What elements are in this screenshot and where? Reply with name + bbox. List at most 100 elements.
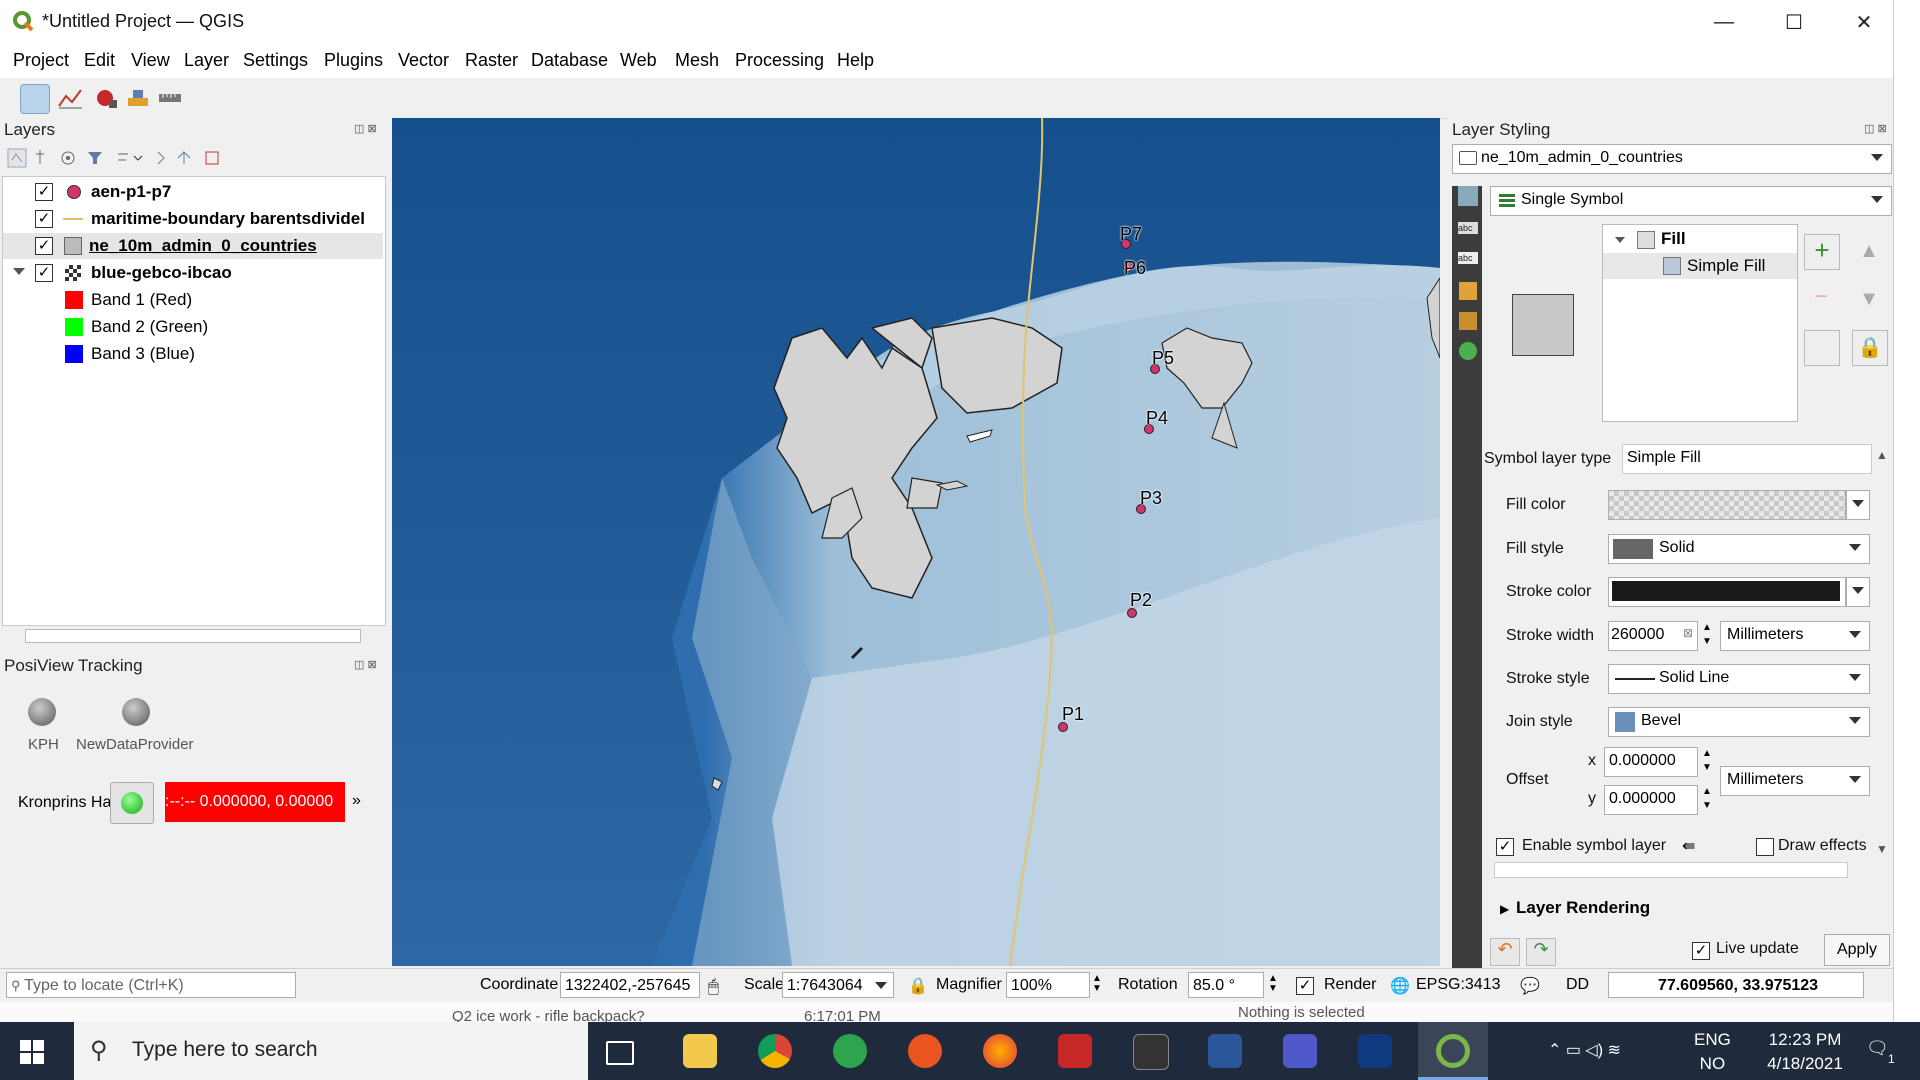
- tray-icons[interactable]: ⌃ ▭ ◁) ≋: [1548, 1040, 1621, 1060]
- crs-label[interactable]: EPSG:3413: [1416, 976, 1501, 994]
- collapse-arrow-icon[interactable]: [1615, 237, 1625, 243]
- fill-color-button[interactable]: [1608, 490, 1846, 520]
- stroke-width-unit-combo[interactable]: Millimeters: [1720, 621, 1870, 651]
- menu-mesh[interactable]: Mesh: [675, 50, 719, 71]
- coordinate-value[interactable]: 1322402,-257645: [560, 972, 700, 998]
- layer-row-gebco[interactable]: ✓ blue-gebco-ibcao: [3, 260, 383, 286]
- file-explorer-icon[interactable]: [683, 1034, 717, 1068]
- expand-arrow-icon[interactable]: ▶: [1500, 902, 1509, 916]
- stroke-width-spin[interactable]: ▲ ▼: [1698, 621, 1716, 649]
- teams-icon[interactable]: [1283, 1034, 1317, 1068]
- join-style-combo[interactable]: Bevel: [1608, 707, 1870, 737]
- language-indicator[interactable]: ENG NO: [1694, 1028, 1731, 1076]
- menu-processing[interactable]: Processing: [735, 50, 824, 71]
- fill-style-combo[interactable]: Solid: [1608, 534, 1870, 564]
- offset-unit-combo[interactable]: Millimeters: [1720, 766, 1870, 796]
- scroll-up-arrow-icon[interactable]: ▲: [1876, 448, 1888, 462]
- atom-icon[interactable]: [833, 1034, 867, 1068]
- 3d-view-tab-icon[interactable]: [1459, 282, 1477, 300]
- tree-fill-label[interactable]: Fill: [1661, 229, 1686, 249]
- layer-row-countries[interactable]: ✓ ne_10m_admin_0_countries: [3, 233, 383, 259]
- posiview-icon[interactable]: [20, 84, 50, 114]
- apply-button[interactable]: Apply: [1824, 934, 1890, 966]
- layer-selector[interactable]: ne_10m_admin_0_countries: [1452, 144, 1892, 174]
- live-update-checkbox[interactable]: ✓: [1692, 942, 1710, 960]
- layer-rendering-section[interactable]: Layer Rendering: [1516, 898, 1650, 918]
- move-down-button[interactable]: ▼: [1852, 282, 1886, 316]
- inner-horizontal-scrollbar[interactable]: [1494, 862, 1848, 878]
- chart-line-icon[interactable]: [56, 84, 84, 112]
- fill-color-dropdown[interactable]: [1846, 490, 1870, 520]
- windows-start-icon[interactable]: [20, 1040, 44, 1064]
- panel-float-close-icon[interactable]: ◫ ⊠: [354, 658, 377, 671]
- menu-layer[interactable]: Layer: [184, 50, 229, 71]
- vessel-icon[interactable]: [124, 84, 152, 112]
- stroke-color-button[interactable]: [1608, 577, 1846, 607]
- rotation-value[interactable]: 85.0 °: [1188, 972, 1264, 998]
- menu-project[interactable]: Project: [13, 50, 69, 71]
- horizontal-scrollbar[interactable]: [3, 625, 385, 644]
- qgis-taskbar-button[interactable]: [1418, 1022, 1488, 1080]
- lock-scale-icon[interactable]: 🔒: [908, 976, 928, 996]
- history-tab-icon[interactable]: [1459, 342, 1477, 360]
- tree-simple-fill-row[interactable]: Simple Fill: [1603, 253, 1797, 279]
- magnifier-value[interactable]: 100%: [1006, 972, 1090, 998]
- menu-view[interactable]: View: [131, 50, 170, 71]
- taskbar-search[interactable]: ⚲ Type here to search: [74, 1022, 588, 1080]
- firefox-icon[interactable]: [983, 1034, 1017, 1068]
- draw-effects-checkbox[interactable]: [1756, 838, 1774, 856]
- data-defined-override-icon[interactable]: ⇚: [1682, 836, 1695, 856]
- menu-edit[interactable]: Edit: [84, 50, 115, 71]
- scroll-down-arrow-icon[interactable]: ▼: [1876, 842, 1888, 856]
- layer-checkbox[interactable]: ✓: [35, 264, 53, 282]
- offset-x-spin[interactable]: ▲ ▼: [1698, 747, 1716, 775]
- remove-symbol-layer-button[interactable]: −: [1804, 282, 1838, 316]
- renderer-selector[interactable]: Single Symbol: [1490, 186, 1892, 216]
- locator-search[interactable]: ⚲ Type to locate (Ctrl+K): [6, 972, 296, 998]
- maximize-button[interactable]: ☐: [1759, 0, 1829, 44]
- clear-icon[interactable]: ⊠: [1683, 626, 1693, 640]
- waves-app-icon[interactable]: [1358, 1034, 1392, 1068]
- more-arrow[interactable]: »: [352, 792, 361, 810]
- rotation-spin[interactable]: ▲ ▼: [1268, 974, 1278, 994]
- layer-checkbox[interactable]: ✓: [35, 183, 53, 201]
- menu-settings[interactable]: Settings: [243, 50, 308, 71]
- word-icon[interactable]: [1208, 1034, 1242, 1068]
- panel-float-close-icon[interactable]: ◫ ⊠: [354, 122, 377, 135]
- diagrams-tab-icon[interactable]: [1459, 312, 1477, 330]
- clock[interactable]: 12:23 PM 4/18/2021: [1752, 1028, 1858, 1076]
- snipping-tool-icon[interactable]: [1058, 1034, 1092, 1068]
- offset-x-input[interactable]: 0.000000: [1604, 747, 1698, 777]
- vessel-status-button[interactable]: [110, 782, 154, 824]
- menu-web[interactable]: Web: [620, 50, 657, 71]
- layer-row-aen[interactable]: ✓ aen-p1-p7: [3, 179, 383, 205]
- record-icon[interactable]: [92, 84, 120, 112]
- ruler-icon[interactable]: [156, 84, 184, 112]
- paint-brush-icon[interactable]: [1456, 186, 1478, 208]
- messages-icon[interactable]: 💬: [1520, 976, 1540, 996]
- map-canvas[interactable]: P7 P6 P5 P4 P3 P2 P1: [392, 118, 1440, 966]
- scrollbar-thumb[interactable]: [25, 629, 361, 643]
- stroke-style-combo[interactable]: Solid Line: [1608, 664, 1870, 694]
- ubuntu-icon[interactable]: [908, 1034, 942, 1068]
- menu-raster[interactable]: Raster: [465, 50, 518, 71]
- minimize-button[interactable]: —: [1689, 0, 1759, 44]
- stroke-color-dropdown[interactable]: [1846, 577, 1870, 607]
- lock-color-button[interactable]: 🔒: [1852, 330, 1888, 366]
- layer-checkbox[interactable]: ✓: [35, 237, 53, 255]
- layer-row-maritime[interactable]: ✓ maritime-boundary barentsdividel: [3, 206, 383, 232]
- layer-checkbox[interactable]: ✓: [35, 210, 53, 228]
- redo-button[interactable]: ↷: [1526, 938, 1556, 966]
- menu-help[interactable]: Help: [837, 50, 874, 71]
- add-symbol-layer-button[interactable]: +: [1804, 234, 1840, 270]
- offset-y-input[interactable]: 0.000000: [1604, 785, 1698, 815]
- mouse-pointer-icon[interactable]: 🖱: [708, 976, 719, 997]
- chrome-icon[interactable]: [758, 1034, 792, 1068]
- masks-tab-icon[interactable]: abc: [1458, 252, 1478, 264]
- symbol-layer-type-combo[interactable]: Simple Fill: [1622, 444, 1872, 474]
- scale-combo[interactable]: 1:7643064: [782, 972, 894, 998]
- menu-vector[interactable]: Vector: [398, 50, 449, 71]
- expand-arrow-icon[interactable]: [13, 268, 25, 275]
- notifications-icon[interactable]: 🗨: [1866, 1038, 1889, 1059]
- render-checkbox[interactable]: ✓: [1296, 977, 1314, 995]
